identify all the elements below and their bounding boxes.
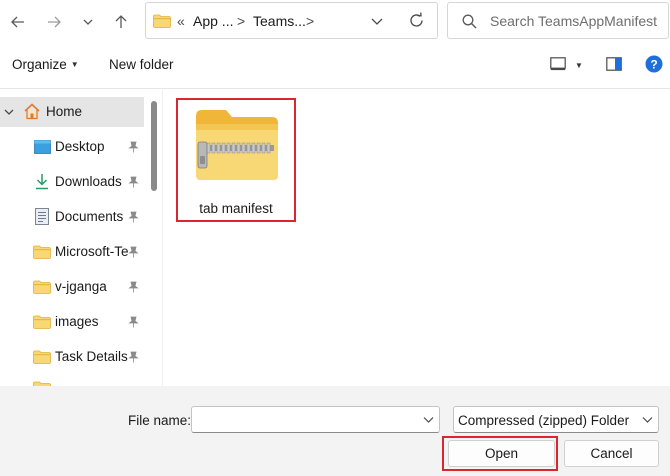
arrow-left-icon (11, 16, 24, 28)
breadcrumb-separator[interactable]: > (306, 13, 314, 29)
help-icon[interactable]: ? (645, 55, 663, 73)
svg-text:?: ? (650, 58, 657, 72)
organize-button[interactable]: Organize ▼ (12, 57, 79, 72)
breadcrumb-separator[interactable]: > (237, 13, 245, 29)
nav-item-label: v-jganga (55, 279, 107, 294)
chevron-down-icon (642, 417, 653, 423)
view-options-caret-icon[interactable]: ▼ (575, 61, 583, 70)
search-input[interactable] (490, 11, 662, 31)
nav-item-label: Home (46, 104, 83, 119)
zip-folder-icon (196, 110, 278, 180)
nav-item-label: Desktop (55, 139, 105, 154)
search-box[interactable] (447, 2, 669, 39)
nav-item-label: Documents (55, 209, 124, 224)
pin-icon[interactable] (128, 281, 139, 293)
breadcrumb-app[interactable]: App ... (193, 13, 233, 29)
file-type-select[interactable]: Compressed (zipped) Folder (453, 406, 659, 433)
up-button[interactable] (107, 8, 135, 36)
file-name-combobox[interactable] (191, 406, 440, 433)
nav-item-documents[interactable]: Documents (0, 202, 146, 232)
open-button[interactable]: Open (448, 440, 555, 467)
nav-scrollbar-thumb[interactable] (151, 101, 157, 191)
file-type-value: Compressed (zipped) Folder (458, 413, 630, 428)
file-name-label: File name: (128, 413, 192, 428)
search-icon (462, 14, 477, 29)
folder-icon (153, 14, 171, 28)
back-button[interactable] (4, 8, 32, 36)
file-open-dialog: « App ... > Teams... > Organize▼ New fol… (0, 0, 670, 476)
pin-icon[interactable] (128, 246, 139, 258)
new-folder-button[interactable]: New folder (109, 57, 174, 72)
nav-item-label: Downloads (55, 174, 122, 189)
pin-icon[interactable] (128, 211, 139, 223)
file-name-label: tab manifest (199, 201, 273, 216)
folder-icon (33, 315, 51, 329)
caret-down-icon: ▼ (70, 60, 79, 69)
nav-item-label: Task Details (55, 349, 128, 364)
pin-icon[interactable] (128, 176, 139, 188)
chevron-down-icon[interactable] (423, 416, 434, 424)
forward-button[interactable] (40, 8, 68, 36)
nav-item-microsoft-te[interactable]: Microsoft-Te (0, 237, 146, 267)
arrow-right-icon (48, 16, 61, 28)
recent-locations-button[interactable] (74, 8, 102, 36)
nav-item-downloads[interactable]: Downloads (0, 167, 146, 197)
arrow-up-icon (115, 15, 127, 28)
nav-item-v-jganga[interactable]: v-jganga (0, 272, 146, 302)
nav-item-desktop[interactable]: Desktop (0, 132, 146, 162)
command-bar: Organize ▼ New folder (0, 44, 670, 89)
folder-icon (33, 245, 51, 259)
document-icon (35, 208, 49, 225)
download-icon (36, 174, 48, 190)
file-name-input[interactable] (198, 411, 408, 429)
pin-icon[interactable] (128, 316, 139, 328)
nav-item-task-details[interactable]: Task Details (0, 342, 146, 372)
nav-item-label: Microsoft-Te (55, 244, 129, 259)
home-icon (24, 103, 40, 120)
breadcrumb-teams[interactable]: Teams... (253, 13, 306, 29)
breadcrumb-overflow[interactable]: « (177, 13, 185, 29)
nav-item-label: images (55, 314, 99, 329)
view-options-icon[interactable] (550, 57, 566, 71)
organize-label: Organize (12, 57, 67, 72)
preview-pane-icon[interactable] (606, 57, 622, 71)
refresh-icon[interactable] (408, 12, 425, 29)
pin-icon[interactable] (128, 141, 139, 153)
pin-icon[interactable] (128, 351, 139, 363)
navigation-pane: Home Desktop Downloads Documents Microso… (0, 90, 162, 386)
desktop-icon (34, 140, 51, 154)
nav-item-home[interactable]: Home (0, 97, 144, 127)
folder-icon (33, 350, 51, 364)
folder-icon (33, 280, 51, 294)
chevron-down-icon[interactable] (3, 106, 15, 118)
address-row: « App ... > Teams... > (0, 0, 670, 44)
address-bar[interactable]: « App ... > Teams... > (145, 2, 438, 39)
cancel-button[interactable]: Cancel (564, 440, 659, 467)
new-folder-label: New folder (109, 57, 174, 72)
chevron-down-icon[interactable] (370, 14, 384, 28)
chevron-down-icon (83, 19, 93, 25)
file-item-tab-manifest[interactable]: tab manifest (176, 98, 296, 222)
nav-item-images[interactable]: images (0, 307, 146, 337)
